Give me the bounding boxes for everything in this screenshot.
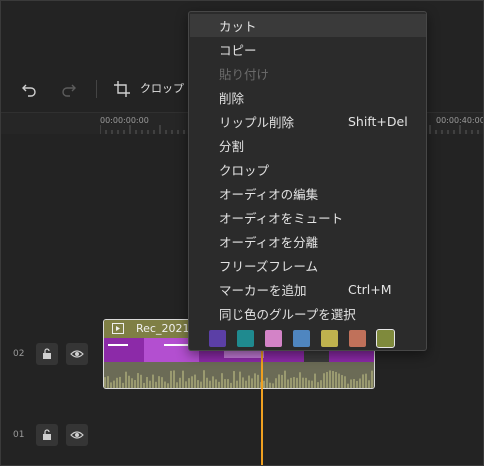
clip-name: Rec_2021- xyxy=(136,322,194,335)
redo-icon[interactable] xyxy=(58,79,78,99)
context-menu: カット コピー 貼り付け 削除 リップル削除 Shift+Del 分割 クロップ… xyxy=(188,11,427,351)
color-swatch[interactable] xyxy=(293,330,310,347)
clip-audio-waveform xyxy=(104,362,374,388)
ruler-label-start: 00:00:00:00 xyxy=(100,116,149,125)
playhead[interactable] xyxy=(261,340,263,466)
menu-item-edit-audio[interactable]: オーディオの編集 xyxy=(190,182,426,205)
track-lock-button[interactable] xyxy=(36,343,58,365)
menu-item-add-marker[interactable]: マーカーを追加 Ctrl+M xyxy=(190,278,426,301)
unlock-icon xyxy=(43,348,51,359)
menu-item-crop[interactable]: クロップ xyxy=(190,158,426,181)
track-lock-button[interactable] xyxy=(36,424,58,446)
menu-item-freeze-frame[interactable]: フリーズフレーム xyxy=(190,254,426,277)
track-visibility-button[interactable] xyxy=(66,343,88,365)
menu-item-delete[interactable]: 削除 xyxy=(190,86,426,109)
track-number: 01 xyxy=(13,430,25,440)
color-swatch[interactable] xyxy=(209,330,226,347)
ruler-label-end: 00:00:40:00 xyxy=(436,116,484,125)
toolbar-divider xyxy=(96,80,97,98)
shortcut-label: Shift+Del xyxy=(348,114,408,129)
undo-icon[interactable] xyxy=(20,79,40,99)
color-swatch[interactable] xyxy=(376,329,395,348)
video-icon xyxy=(112,323,124,334)
color-swatch[interactable] xyxy=(321,330,338,347)
crop-button[interactable]: クロップ xyxy=(140,80,184,96)
menu-item-copy[interactable]: コピー xyxy=(190,38,426,61)
unlock-icon xyxy=(43,429,51,440)
menu-item-split[interactable]: 分割 xyxy=(190,134,426,157)
eye-icon xyxy=(70,431,84,439)
menu-item-detach-audio[interactable]: オーディオを分離 xyxy=(190,230,426,253)
menu-item-mute-audio[interactable]: オーディオをミュート xyxy=(190,206,426,229)
shortcut-label: Ctrl+M xyxy=(348,282,392,297)
menu-item-select-same-color-group[interactable]: 同じ色のグループを選択 xyxy=(190,302,426,325)
crop-icon[interactable] xyxy=(112,79,132,99)
color-swatch[interactable] xyxy=(349,330,366,347)
menu-item-paste: 貼り付け xyxy=(219,67,270,82)
track-number: 02 xyxy=(13,349,25,359)
menu-item-cut[interactable]: カット xyxy=(190,14,426,37)
color-swatch[interactable] xyxy=(237,330,254,347)
track-visibility-button[interactable] xyxy=(66,424,88,446)
color-swatch[interactable] xyxy=(265,330,282,347)
menu-item-ripple-delete[interactable]: リップル削除 Shift+Del xyxy=(190,110,426,133)
eye-icon xyxy=(70,350,84,358)
